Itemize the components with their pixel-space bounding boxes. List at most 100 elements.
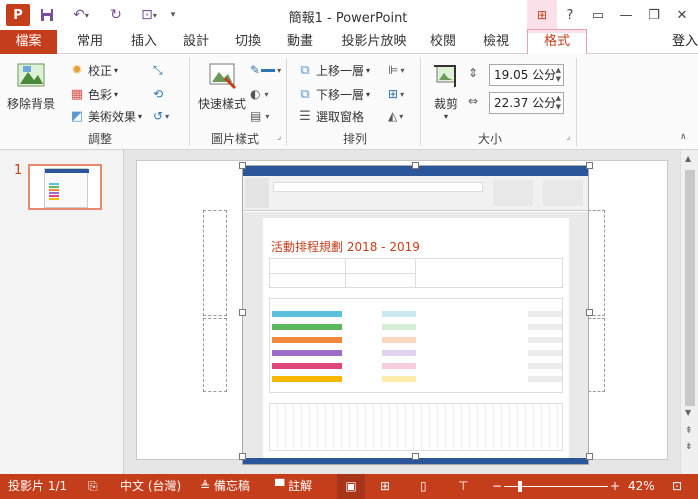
placeholder-box[interactable] [203, 210, 227, 316]
save-icon[interactable] [36, 4, 58, 26]
thumbnail-bar [49, 195, 59, 197]
tab-animations[interactable]: 動畫 [280, 30, 320, 54]
quick-styles-button[interactable]: 快速樣式 [194, 58, 250, 128]
crop-button[interactable]: 裁剪 ▾ [426, 58, 466, 128]
next-slide-icon[interactable]: ⇟ [685, 442, 693, 452]
scroll-down-icon[interactable]: ▼ [685, 408, 691, 417]
ribbon-display-options-icon[interactable]: ▭ [584, 0, 612, 30]
reset-picture-icon[interactable]: ↺ ▾ [153, 106, 169, 126]
width-input[interactable]: 22.37 公分 ▲ ▼ [489, 92, 564, 114]
redo-icon[interactable]: ↻ [105, 4, 127, 26]
height-input[interactable]: 19.05 公分 ▲ ▼ [489, 64, 564, 86]
resize-handle[interactable] [239, 453, 246, 460]
corrections-button[interactable]: ✹ 校正 ▾ [68, 60, 118, 80]
scroll-up-icon[interactable]: ▲ [685, 154, 691, 163]
sign-in-link[interactable]: 登入 [672, 30, 698, 54]
schedule-bar [528, 337, 562, 343]
group-separator [189, 58, 190, 146]
zoom-out-icon[interactable]: − [492, 474, 502, 499]
tab-insert[interactable]: 插入 [124, 30, 164, 54]
tab-slideshow[interactable]: 投影片放映 [336, 30, 412, 54]
selected-picture[interactable]: 活動排程規劃 2018 - 2019 [242, 165, 589, 465]
restore-icon[interactable]: ❐ [640, 0, 668, 30]
crop-dropdown-icon: ▾ [443, 112, 448, 121]
title-bar: P ↶ ▾ ↻ ⊡ ▾ ▾ 簡報1 - PowerPoint ⊞ ? ▭ — ❐ ✕ [0, 0, 698, 30]
slide-thumbnail-pane: 1 [0, 150, 124, 474]
tab-design[interactable]: 設計 [176, 30, 216, 54]
vertical-scrollbar[interactable]: ▲ ▼ ⇞ ⇟ [680, 150, 698, 474]
fit-slide-icon[interactable]: ⊡ [672, 474, 682, 499]
picture-border-icon[interactable]: ✎ ▾ [250, 60, 281, 80]
previous-slide-icon[interactable]: ⇞ [685, 426, 693, 436]
document-title: 活動排程規劃 2018 - 2019 [271, 240, 420, 254]
selection-pane-icon: ☰ [299, 108, 311, 124]
tab-review[interactable]: 校閱 [423, 30, 463, 54]
height-icon: ⇕ [468, 66, 479, 80]
customize-qat-icon[interactable]: ▾ [166, 4, 180, 26]
notes-icon: ≜ [200, 479, 211, 493]
align-icon[interactable]: ⊫ ▾ [388, 60, 404, 80]
notes-button[interactable]: ≜ 備忘稿 [200, 474, 250, 499]
embedded-page: 活動排程規劃 2018 - 2019 [263, 218, 569, 458]
group-separator [420, 58, 421, 146]
resize-handle[interactable] [239, 162, 246, 169]
tab-transitions[interactable]: 切換 [228, 30, 268, 54]
sun-icon: ✹ [71, 62, 83, 78]
crop-label: 裁剪 [433, 97, 458, 111]
tab-file[interactable]: 檔案 [0, 30, 57, 54]
language-indicator[interactable]: 中文 (台灣) [120, 474, 181, 499]
start-slideshow-icon[interactable]: ⊡ ▾ [134, 4, 164, 26]
placeholder-box[interactable] [203, 318, 227, 392]
width-icon: ⇔ [468, 94, 479, 108]
embedded-ribbon-button [493, 180, 533, 206]
height-stepper-icon[interactable]: ▲ ▼ [556, 66, 561, 84]
resize-handle[interactable] [412, 453, 419, 460]
close-icon[interactable]: ✕ [668, 0, 696, 30]
zoom-level[interactable]: 42% [628, 474, 655, 499]
slide-sorter-icon[interactable]: ⊞ [380, 474, 390, 499]
normal-view-icon[interactable]: ▣ [337, 474, 365, 499]
compress-pictures-icon[interactable]: ⤡ [153, 60, 163, 80]
artistic-effects-button[interactable]: ◩ 美術效果 ▾ [68, 106, 142, 126]
schedule-bar [272, 376, 342, 382]
embedded-style-gallery [273, 182, 483, 192]
minimize-icon[interactable]: — [612, 0, 640, 30]
tab-home[interactable]: 常用 [70, 30, 110, 54]
proofing-icon[interactable]: ⎘ [88, 474, 98, 499]
scrollbar-thumb[interactable] [685, 170, 695, 406]
resize-handle[interactable] [586, 162, 593, 169]
slide-thumbnail[interactable] [28, 164, 102, 210]
tab-view[interactable]: 檢視 [476, 30, 516, 54]
tab-format[interactable]: 格式 [527, 29, 587, 54]
slide[interactable]: 活動排程規劃 2018 - 2019 [136, 160, 668, 465]
resize-handle[interactable] [412, 162, 419, 169]
schedule-bar [272, 337, 342, 343]
help-icon[interactable]: ? [556, 0, 584, 30]
group-icon[interactable]: ⊞ ▾ [388, 84, 404, 104]
zoom-in-icon[interactable]: + [610, 474, 620, 499]
picture-layout-icon[interactable]: ▤ ▾ [250, 106, 269, 126]
width-stepper-icon[interactable]: ▲ ▼ [556, 94, 561, 112]
bring-forward-button[interactable]: ⧉ 上移一層 ▾ [296, 60, 370, 80]
slide-number: 1 [14, 163, 23, 178]
resize-handle[interactable] [586, 309, 593, 316]
resize-handle[interactable] [239, 309, 246, 316]
slideshow-view-icon[interactable]: ⊤ [458, 474, 468, 499]
send-backward-button[interactable]: ⧉ 下移一層 ▾ [296, 84, 370, 104]
color-button[interactable]: ▦ 色彩 ▾ [68, 84, 118, 104]
selection-pane-button[interactable]: ☰ 選取窗格 [296, 106, 364, 126]
schedule-bar [272, 350, 342, 356]
picture-styles-launcher-icon[interactable]: ⌟ [277, 132, 281, 142]
reading-view-icon[interactable]: ▯ [420, 474, 427, 499]
undo-icon[interactable]: ↶ ▾ [66, 4, 96, 26]
change-picture-icon[interactable]: ⟲ [153, 84, 163, 104]
embedded-ribbon [243, 176, 588, 211]
rotate-icon[interactable]: ◭ ▾ [388, 106, 403, 126]
picture-effects-icon[interactable]: ◐ ▾ [250, 84, 269, 104]
zoom-slider-thumb[interactable] [518, 481, 522, 492]
resize-handle[interactable] [586, 453, 593, 460]
collapse-ribbon-icon[interactable]: ∧ [680, 132, 687, 142]
size-launcher-icon[interactable]: ⌟ [566, 132, 570, 142]
comments-button[interactable]: ▀ 註解 [275, 474, 312, 499]
remove-background-button[interactable]: 移除背景 [4, 58, 58, 128]
